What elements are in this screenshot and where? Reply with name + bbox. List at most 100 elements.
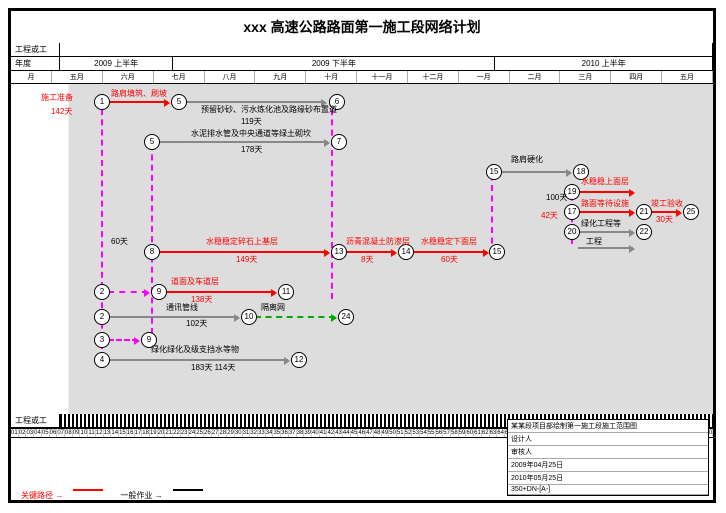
scale-tick: 52 (405, 429, 413, 437)
scale-tick: 31 (243, 429, 251, 437)
header-label-1: 工程或工 (11, 43, 60, 56)
scale-tick: 61 (474, 429, 482, 437)
scale-tick: 05 (42, 429, 50, 437)
activity-label: 通讯管线 (166, 302, 198, 313)
tb-line: 2009年04月25日 (508, 459, 708, 472)
scale-tick: 43 (335, 429, 343, 437)
activity-label: 道面及车道层 (171, 276, 219, 287)
month-cell: 九月 (255, 71, 306, 83)
activity-label: 隔离网 (261, 302, 285, 313)
header-row-years: 年度 2009 上半年 2009 下半年 2010 上半年 (11, 57, 713, 71)
drawing-title: xxx 高速公路路面第一施工段网络计划 (11, 11, 713, 43)
activity-label: 路肩填筑、刷坡 (111, 88, 167, 99)
scale-tick: 14 (111, 429, 119, 437)
scale-tick: 11 (88, 429, 96, 437)
tb-line: 设计人 (508, 433, 708, 446)
node: 9 (151, 284, 167, 300)
dummy-link (151, 134, 153, 334)
month-cell: 五月 (52, 71, 103, 83)
drawing-frame: xxx 高速公路路面第一施工段网络计划 工程或工 年度 2009 上半年 200… (8, 8, 716, 503)
dummy-arrow (108, 291, 148, 293)
scale-tick: 30 (235, 429, 243, 437)
scale-tick: 53 (412, 429, 420, 437)
node: 7 (331, 134, 347, 150)
arrow (578, 247, 633, 249)
scale-tick: 63 (490, 429, 498, 437)
node: 12 (291, 352, 307, 368)
scale-tick: 37 (289, 429, 297, 437)
legend-norm-line (173, 489, 203, 491)
scale-tick: 16 (127, 429, 135, 437)
arrow (185, 101, 325, 103)
scale-tick: 27 (212, 429, 220, 437)
scale-tick: 57 (443, 429, 451, 437)
node: 20 (564, 224, 580, 240)
activity-dur: 178天 (241, 144, 262, 155)
month-cell: 二月 (510, 71, 561, 83)
critical-arrow (650, 211, 680, 213)
activity-label: 水稳稳上面层 (581, 176, 629, 187)
node: 21 (636, 204, 652, 220)
scale-tick: 34 (266, 429, 274, 437)
scale-tick: 10 (80, 429, 88, 437)
scale-tick: 51 (397, 429, 405, 437)
activity-dur: 42天 (541, 210, 558, 221)
activity-label: 沥青混凝土防渗层 (346, 236, 410, 247)
activity-label: 竣工验收 (651, 198, 683, 209)
scale-tick: 08 (65, 429, 73, 437)
month-cell: 十月 (306, 71, 357, 83)
scale-tick: 04 (34, 429, 42, 437)
arrow (500, 171, 570, 173)
scale-tick: 60 (466, 429, 474, 437)
scale-tick: 47 (366, 429, 374, 437)
scale-tick: 24 (189, 429, 197, 437)
scale-tick: 03 (26, 429, 34, 437)
node: 2 (94, 309, 110, 325)
dummy-link (331, 99, 333, 299)
node: 8 (144, 244, 160, 260)
scale-tick: 33 (258, 429, 266, 437)
month-cell: 三月 (560, 71, 611, 83)
activity-dur: 102天 (186, 318, 207, 329)
node: 22 (636, 224, 652, 240)
activity-label: 工程 (586, 236, 602, 247)
node: 1 (94, 94, 110, 110)
activity-dur: 30天 (656, 214, 673, 225)
dummy-arrow (108, 339, 138, 341)
scale-tick: 55 (428, 429, 436, 437)
node: 5 (144, 134, 160, 150)
scale-tick: 46 (358, 429, 366, 437)
scale-tick: 07 (57, 429, 65, 437)
scale-tick: 28 (219, 429, 227, 437)
month-cell: 七月 (154, 71, 205, 83)
scale-tick: 13 (104, 429, 112, 437)
activity-label: 路面等待设施 (581, 198, 629, 209)
node: 13 (331, 244, 347, 260)
scale-tick: 59 (459, 429, 467, 437)
scale-tick: 19 (150, 429, 158, 437)
activity-dur: 183天 114天 (191, 362, 235, 373)
activity-dur: 60天 (441, 254, 458, 265)
legend-crit-line (73, 489, 103, 491)
critical-arrow (345, 251, 395, 253)
scale-tick: 22 (173, 429, 181, 437)
tb-line: 350+DN-[A-] (508, 485, 708, 495)
tb-line: 某某段项目部绘制第一施工段施工范围图 (508, 420, 708, 433)
critical-arrow (578, 211, 633, 213)
activity-dur: 60天 (111, 236, 128, 247)
month-cell: 五月 (662, 71, 713, 83)
scale-tick: 17 (135, 429, 143, 437)
scale-tick: 09 (73, 429, 81, 437)
scale-tick: 54 (420, 429, 428, 437)
node: 24 (338, 309, 354, 325)
year-cell: 2009 上半年 (60, 57, 173, 70)
activity-dur: 149天 (236, 254, 257, 265)
scale-tick: 01 (11, 429, 19, 437)
arrow (108, 316, 238, 318)
network-chart: 施工准备 142天 1 路肩填筑、刷坡 5 6 预留砂砂、污水炼化池及路缘砂布置… (11, 84, 713, 414)
scale-tick: 20 (158, 429, 166, 437)
scale-tick: 15 (119, 429, 127, 437)
node: 17 (564, 204, 580, 220)
scale-tick: 32 (250, 429, 258, 437)
activity-label: 水泥排水管及中央通道等绿土砌坎 (191, 128, 311, 139)
